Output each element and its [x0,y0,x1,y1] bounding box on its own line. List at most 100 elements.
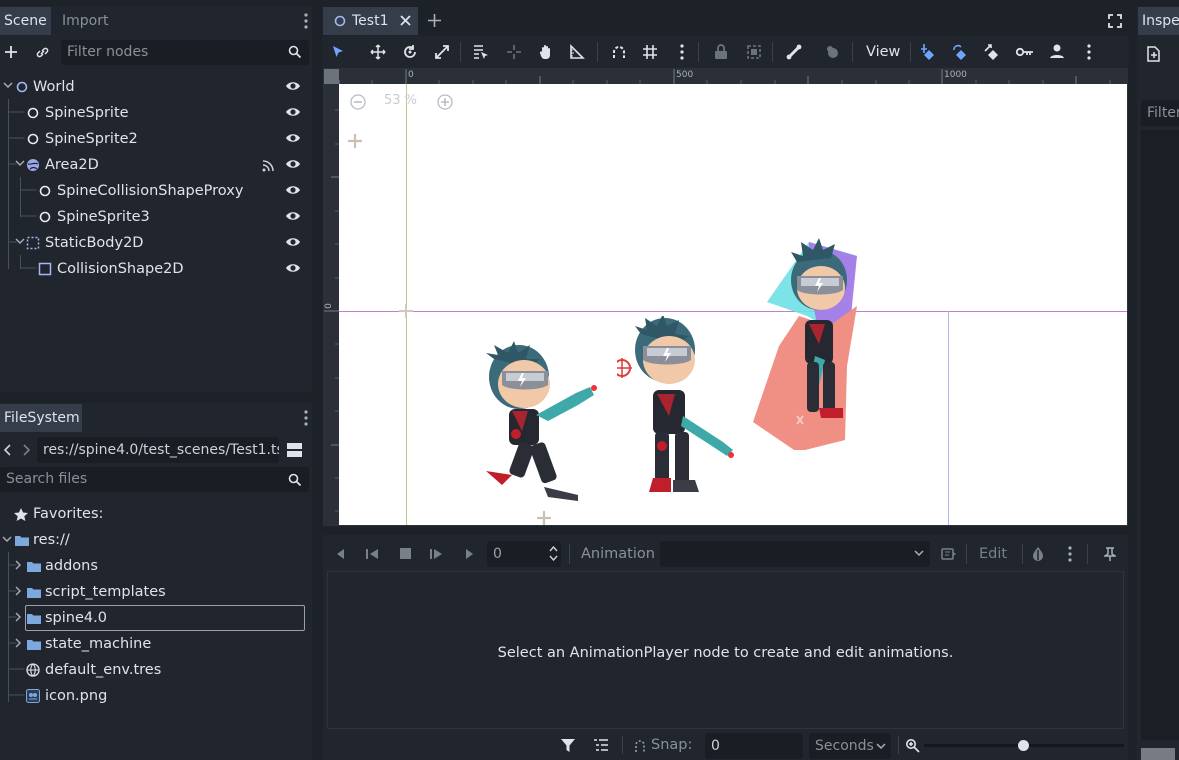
ruler-vertical[interactable]: 0 [324,84,339,525]
visibility-eye-icon[interactable] [285,262,301,274]
stop-icon[interactable] [400,548,411,559]
zoom-level[interactable]: 53 % [384,93,417,108]
rotate-mode-button[interactable] [399,41,421,63]
add-scene-tab-icon[interactable] [428,14,441,27]
visibility-eye-icon[interactable] [285,132,301,144]
back-icon[interactable] [3,443,13,457]
search-files-input[interactable]: Search files [0,467,309,492]
node-position-icon [348,134,362,148]
key-button[interactable] [1014,41,1036,63]
onion-skinning-icon[interactable] [1030,546,1046,562]
snap-step-input[interactable]: 0 [705,733,803,759]
spin-arrows-icon[interactable] [549,546,558,561]
snap-options-button[interactable] [671,41,693,63]
lock-button[interactable] [710,41,732,63]
signals-icon[interactable] [262,159,275,172]
tree-node-spinesprite[interactable]: SpineSprite [26,100,310,126]
collision-polygon[interactable] [749,236,869,450]
move-icon [370,44,386,60]
spine-sprite-character[interactable] [617,316,737,501]
inspector-resize-handle[interactable] [1141,748,1175,760]
filesystem-menu-icon[interactable] [303,409,309,427]
group-icon [747,45,761,59]
zoom-out-icon[interactable] [350,94,366,110]
new-resource-icon[interactable] [1147,46,1161,62]
tree-node-collisionshape2d[interactable]: CollisionShape2D [38,256,310,282]
view-menu[interactable]: View [860,41,906,63]
filter-nodes-input[interactable]: Filter nodes [61,40,309,65]
insert-key-scale-button[interactable] [982,41,1004,63]
filter-properties-input[interactable]: Filter properties [1141,100,1179,126]
toolbar-separator [460,42,461,62]
tracks-view-icon[interactable] [594,739,608,752]
visibility-eye-icon[interactable] [285,184,301,196]
ruler-horizontal[interactable]: 0 500 1000 [339,69,1127,84]
more-vertical-icon[interactable] [1067,546,1073,562]
tree-node-area2d[interactable]: Area2D [26,152,310,178]
grid-snap-button[interactable] [639,41,661,63]
zoom-in-icon[interactable] [437,94,453,110]
play-backwards-icon[interactable] [335,548,347,560]
scene-menu-icon[interactable] [303,12,309,30]
path-field[interactable]: res://spine4.0/test_scenes/Test1.tscn [37,437,279,463]
insert-key-rotation-button[interactable] [950,41,972,63]
insert-key-all-button[interactable] [1046,41,1068,63]
image-file-icon [26,689,40,703]
folder-icon [27,614,41,624]
move-mode-button[interactable] [367,41,389,63]
pin-icon[interactable] [1104,547,1116,561]
filter-icon[interactable] [561,739,575,752]
tree-node-spinesprite3[interactable]: SpineSprite3 [38,204,310,230]
split-view-icon[interactable] [286,442,303,458]
play-icon[interactable] [464,548,476,560]
close-icon[interactable] [400,15,411,26]
ruler-mode-button[interactable] [566,41,588,63]
tab-scene[interactable]: Scene [0,7,51,35]
folder-label: spine4.0 [45,610,107,626]
folder-spine4[interactable]: spine4.0 [25,605,305,631]
edit-menu[interactable]: Edit [979,538,1007,570]
visibility-eye-icon[interactable] [285,158,301,170]
add-node-icon[interactable] [4,45,18,59]
group-button[interactable] [743,41,765,63]
fullscreen-icon[interactable] [1108,14,1122,28]
snap-magnet-icon[interactable] [634,739,646,753]
play-backwards-from-end-icon[interactable] [366,548,380,560]
ruler-corner[interactable] [324,69,339,84]
tab-filesystem[interactable]: FileSystem [0,404,82,432]
visibility-eye-icon[interactable] [285,106,301,118]
smart-snap-button[interactable] [608,41,630,63]
visibility-eye-icon[interactable] [285,210,301,222]
more-vertical-icon [1087,44,1091,60]
insert-key-button[interactable] [918,41,940,63]
tree-node-staticbody2d[interactable]: StaticBody2D [26,230,310,256]
pan-mode-button[interactable] [535,41,557,63]
animation-select[interactable] [660,541,930,567]
canvas-2d[interactable]: 53 % [339,84,1127,525]
animation-options-button[interactable] [1078,41,1100,63]
forward-icon[interactable] [21,443,31,457]
toolbar-separator [597,42,598,62]
node-label: SpineSprite2 [45,131,138,147]
play-from-start-icon[interactable] [430,548,444,560]
visibility-eye-icon[interactable] [285,236,301,248]
tree-node-world[interactable]: World [14,74,310,100]
tab-import[interactable]: Import [58,7,112,35]
tab-inspector[interactable]: Inspector [1138,7,1179,35]
particles-button[interactable] [822,41,844,63]
tree-node-spinecollisionshapeproxy[interactable]: SpineCollisionShapeProxy [38,178,310,204]
scene-tree: World SpineSprite SpineSprite2 Area2D Sp… [0,73,310,283]
skeleton-button[interactable] [783,41,805,63]
autoplay-icon[interactable] [941,547,957,561]
select-mode-button[interactable] [327,41,349,63]
tree-node-spinesprite2[interactable]: SpineSprite2 [26,126,310,152]
link-icon[interactable] [35,45,50,60]
cpu-particles-icon [827,46,838,58]
scale-mode-button[interactable] [431,41,453,63]
list-select-button[interactable] [470,41,492,63]
spine-sprite-character[interactable] [474,339,614,509]
scene-tab-test1[interactable]: Test1 [323,7,418,35]
pivot-mode-button[interactable] [503,41,525,63]
timeline-zoom-handle[interactable] [1018,740,1029,751]
visibility-eye-icon[interactable] [285,80,301,92]
